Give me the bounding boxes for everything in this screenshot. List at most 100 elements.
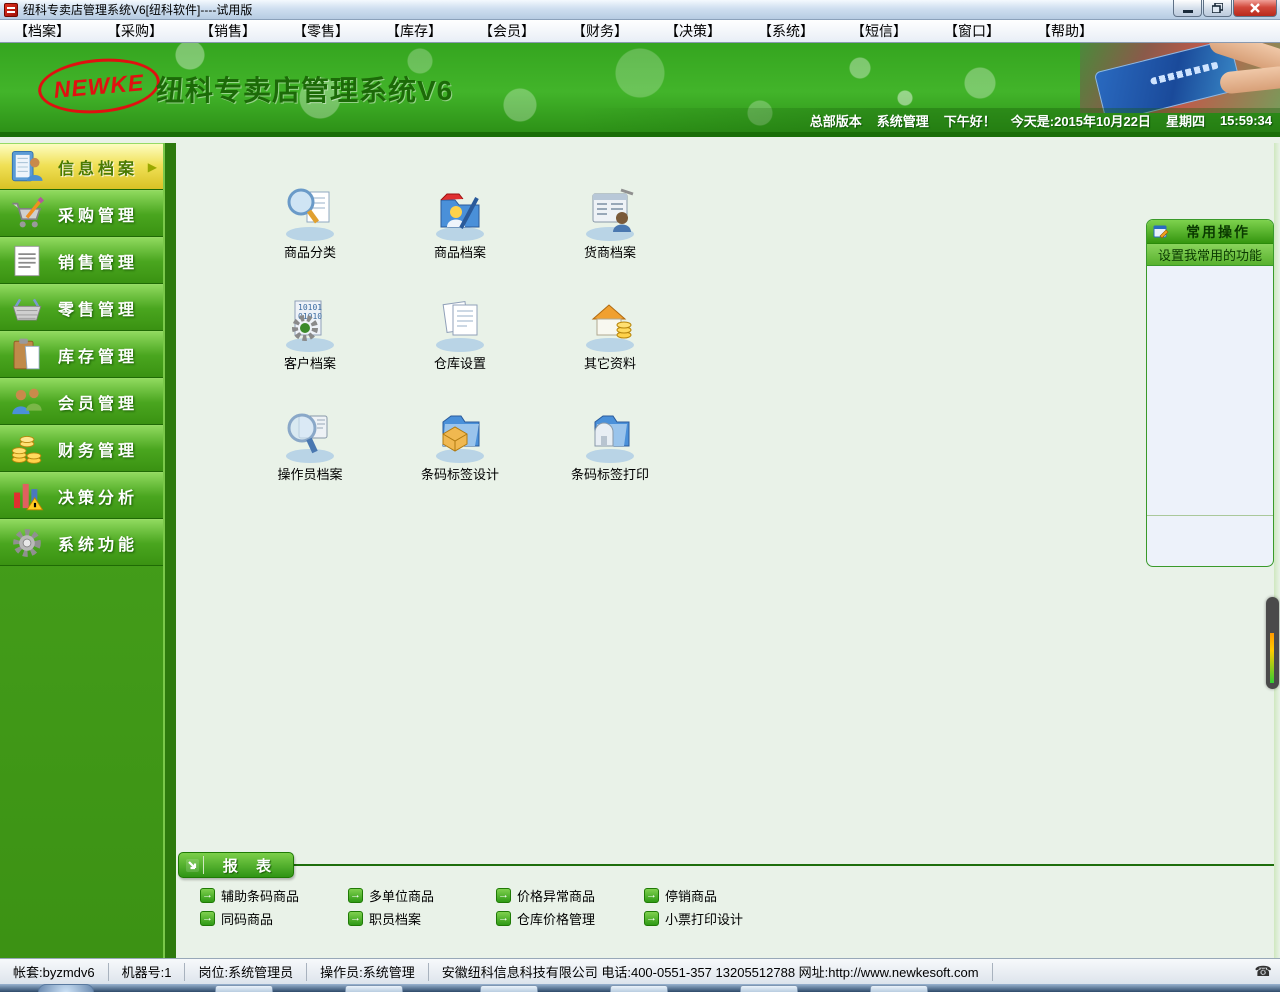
report-link-label: 辅助条码商品	[221, 886, 299, 905]
report-link-多单位商品[interactable]: → 多单位商品	[348, 886, 496, 905]
green-arrow-icon: →	[348, 911, 363, 926]
sidebar-item-会员管理[interactable]: 会员管理	[0, 378, 163, 425]
sidebar-item-采购管理[interactable]: 采购管理	[0, 190, 163, 237]
report-link-label: 多单位商品	[369, 886, 434, 905]
module-条码标签打印[interactable]: 条码标签打印	[540, 406, 680, 517]
sidebar-item-财务管理[interactable]: 财务管理	[0, 425, 163, 472]
banner-info-segment: 系统管理	[877, 111, 929, 130]
taskbar-button[interactable]	[215, 985, 273, 992]
menu-item-7[interactable]: 【财务】	[564, 21, 636, 41]
module-商品档案[interactable]: 商品档案	[390, 184, 530, 295]
supplier-archive-icon	[581, 184, 639, 242]
menu-item-1[interactable]: 【档案】	[6, 21, 78, 41]
report-link-价格异常商品[interactable]: → 价格异常商品	[496, 886, 644, 905]
module-仓库设置[interactable]: 仓库设置	[390, 295, 530, 406]
sidebar-item-决策分析[interactable]: 决策分析	[0, 472, 163, 519]
module-label: 操作员档案	[277, 464, 342, 483]
menu-item-2[interactable]: 【采购】	[99, 21, 171, 41]
report-link-仓库价格管理[interactable]: → 仓库价格管理	[496, 909, 644, 928]
customer-archive-icon: 1010101010	[281, 295, 339, 353]
product-archive-icon	[431, 184, 489, 242]
menu-item-6[interactable]: 【会员】	[471, 21, 543, 41]
sidebar-item-信息档案[interactable]: 信息档案 ▶	[0, 143, 163, 190]
menu-item-5[interactable]: 【库存】	[378, 21, 450, 41]
report-link-职员档案[interactable]: → 职员档案	[348, 909, 496, 928]
restore-button[interactable]	[1203, 0, 1232, 17]
module-label: 条码标签设计	[421, 464, 499, 483]
status-segment-2: 机器号:1	[109, 963, 186, 981]
report-link-小票打印设计[interactable]: → 小票打印设计	[644, 909, 792, 928]
banner-info-segment: 总部版本	[810, 111, 862, 130]
menu-item-10[interactable]: 【短信】	[843, 21, 915, 41]
report-link-label: 同码商品	[221, 909, 273, 928]
sidebar-item-label: 销售管理	[58, 249, 138, 273]
module-label: 仓库设置	[434, 353, 486, 372]
system-title: 纽科专卖店管理系统V6	[156, 69, 453, 109]
quick-operations-panel: 常用操作 设置我常用的功能	[1146, 219, 1274, 567]
module-货商档案[interactable]: 货商档案	[540, 184, 680, 295]
module-操作员档案[interactable]: 操作员档案	[240, 406, 380, 517]
edge-slider-widget[interactable]	[1266, 597, 1279, 689]
sidebar-item-label: 会员管理	[58, 390, 138, 414]
membership-card-photo	[1080, 43, 1280, 113]
module-其它资料[interactable]: 其它资料	[540, 295, 680, 406]
green-arrow-icon: →	[644, 888, 659, 903]
menu-item-3[interactable]: 【销售】	[192, 21, 264, 41]
sidebar-item-系统功能[interactable]: 系统功能	[0, 519, 163, 566]
menu-item-4[interactable]: 【零售】	[285, 21, 357, 41]
status-segment-3: 岗位:系统管理员	[185, 963, 307, 981]
module-label: 其它资料	[584, 353, 636, 372]
report-link-停销商品[interactable]: → 停销商品	[644, 886, 792, 905]
module-label: 商品分类	[284, 242, 336, 261]
other-data-icon	[581, 295, 639, 353]
members-icon	[8, 383, 46, 421]
telephone-icon: ☎	[1255, 963, 1272, 980]
sidebar-item-label: 决策分析	[58, 484, 138, 508]
menu-item-8[interactable]: 【决策】	[657, 21, 729, 41]
report-link-同码商品[interactable]: → 同码商品	[200, 909, 348, 928]
sidebar-item-库存管理[interactable]: 库存管理	[0, 331, 163, 378]
menu-item-11[interactable]: 【窗口】	[936, 21, 1008, 41]
decision-chart-icon	[8, 477, 46, 515]
reports-header-button[interactable]: 报 表	[178, 852, 294, 878]
taskbar-button[interactable]	[480, 985, 538, 992]
sales-doc-icon	[8, 242, 46, 280]
slider-level-bar	[1270, 633, 1274, 683]
taskbar-button[interactable]	[870, 985, 928, 992]
module-商品分类[interactable]: 商品分类	[240, 184, 380, 295]
sidebar-item-零售管理[interactable]: 零售管理	[0, 284, 163, 331]
module-条码标签设计[interactable]: 条码标签设计	[390, 406, 530, 517]
report-link-辅助条码商品[interactable]: → 辅助条码商品	[200, 886, 348, 905]
window-edit-icon	[1153, 224, 1169, 240]
quick-panel-header: 常用操作	[1147, 220, 1273, 244]
sidebar-divider	[163, 143, 176, 958]
report-link-label: 小票打印设计	[665, 909, 743, 928]
header-banner: NEWKE 纽科专卖店管理系统V6 总部版本系统管理下午好！今天是:2015年1…	[0, 43, 1280, 137]
windows-taskbar[interactable]	[0, 984, 1280, 992]
banner-info-segment: 15:59:34	[1220, 113, 1272, 128]
taskbar-button[interactable]	[740, 985, 798, 992]
banner-info-segment: 下午好！	[944, 111, 996, 130]
menu-item-12[interactable]: 【帮助】	[1029, 21, 1101, 41]
warehouse-setup-icon	[431, 295, 489, 353]
window-controls	[1172, 0, 1277, 17]
report-link-label: 停销商品	[665, 886, 717, 905]
close-button[interactable]	[1233, 0, 1277, 17]
menu-item-9[interactable]: 【系统】	[750, 21, 822, 41]
report-links-grid: → 辅助条码商品 → 多单位商品 → 价格异常商品 → 停销商品 → 同码商品 …	[200, 884, 792, 930]
setup-favorites-button[interactable]: 设置我常用的功能	[1147, 244, 1273, 266]
inventory-clipboard-icon	[8, 336, 46, 374]
minimize-button[interactable]	[1173, 0, 1202, 17]
barcode-design-icon	[431, 406, 489, 464]
green-arrow-icon: →	[644, 911, 659, 926]
reports-header-label: 报 表	[204, 855, 293, 876]
start-button[interactable]	[38, 984, 94, 992]
taskbar-button[interactable]	[610, 985, 668, 992]
diagonal-arrow-icon	[182, 856, 204, 874]
module-grid: 商品分类 商品档案 货商档案 1010101010 客户档案 仓库设置 其它资料…	[235, 184, 685, 517]
module-客户档案[interactable]: 1010101010 客户档案	[240, 295, 380, 406]
taskbar-button[interactable]	[345, 985, 403, 992]
info-archive-icon	[8, 148, 46, 186]
sidebar-item-销售管理[interactable]: 销售管理	[0, 237, 163, 284]
module-label: 货商档案	[584, 242, 636, 261]
